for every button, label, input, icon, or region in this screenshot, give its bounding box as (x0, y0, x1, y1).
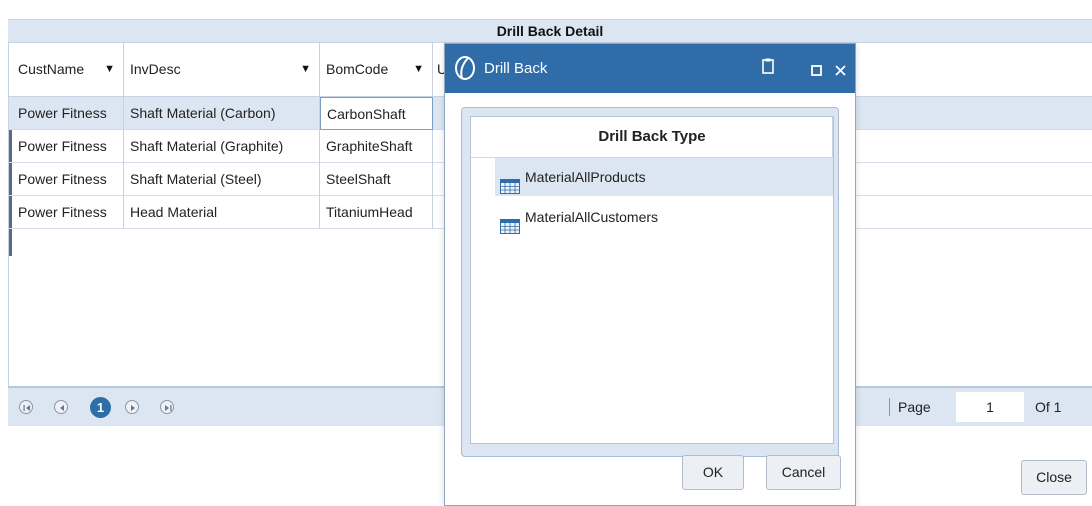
next-page-icon[interactable] (125, 400, 139, 414)
filter-icon[interactable]: ▼ (104, 43, 115, 96)
column-header-custname[interactable]: CustName ▼ (12, 43, 124, 96)
column-header-label: InvDesc (130, 61, 181, 77)
clipboard-icon[interactable] (762, 58, 774, 77)
close-button[interactable]: Close (1021, 460, 1087, 495)
dialog-title: Drill Back (484, 60, 548, 77)
drill-back-type-container: Drill Back Type MaterialAllProducts Mate… (461, 107, 839, 457)
list-item-material-all-customers[interactable]: MaterialAllCustomers (495, 198, 833, 236)
ok-button[interactable]: OK (682, 455, 744, 490)
column-header-invdesc[interactable]: InvDesc ▼ (124, 43, 320, 96)
filter-icon[interactable]: ▼ (413, 43, 424, 96)
column-header-label: CustName (18, 61, 85, 77)
last-page-icon[interactable] (160, 400, 174, 414)
panel-title: Drill Back Detail (8, 19, 1092, 43)
cell-invdesc[interactable]: Head Material (124, 196, 320, 229)
current-page-button[interactable]: 1 (90, 397, 111, 418)
cell-custname[interactable]: Power Fitness (12, 97, 124, 130)
page-count-label: Of 1 (1035, 399, 1062, 415)
cell-invdesc[interactable]: Shaft Material (Carbon) (124, 97, 320, 130)
close-icon[interactable] (835, 63, 846, 79)
cell-bomcode[interactable]: TitaniumHead (320, 196, 433, 229)
cell-bomcode[interactable]: CarbonShaft (320, 97, 433, 130)
filter-icon[interactable]: ▼ (300, 43, 311, 96)
cell-custname[interactable]: Power Fitness (12, 130, 124, 163)
list-item-label: MaterialAllProducts (525, 169, 646, 185)
list-item-label: MaterialAllCustomers (525, 209, 659, 225)
page-label: Page (889, 398, 931, 416)
drill-back-dialog: Drill Back Drill Back Type MaterialAllPr… (444, 43, 856, 506)
cell-invdesc[interactable]: Shaft Material (Graphite) (124, 130, 320, 163)
cell-bomcode[interactable]: SteelShaft (320, 163, 433, 196)
column-header-bomcode[interactable]: BomCode ▼ (320, 43, 433, 96)
grid-table-icon (500, 210, 520, 248)
drill-back-type-list: Drill Back Type MaterialAllProducts Mate… (470, 116, 834, 444)
app-logo-icon (453, 55, 477, 84)
cell-invdesc[interactable]: Shaft Material (Steel) (124, 163, 320, 196)
list-item-material-all-products[interactable]: MaterialAllProducts (495, 158, 833, 196)
previous-page-icon[interactable] (54, 400, 68, 414)
drill-back-type-header: Drill Back Type (471, 117, 833, 158)
column-header-label: BomCode (326, 61, 389, 77)
page-number-input[interactable]: 1 (956, 392, 1024, 422)
maximize-icon[interactable] (811, 63, 822, 79)
cancel-button[interactable]: Cancel (766, 455, 841, 490)
dialog-titlebar[interactable]: Drill Back (445, 44, 855, 93)
cell-custname[interactable]: Power Fitness (12, 196, 124, 229)
first-page-icon[interactable] (19, 400, 33, 414)
cell-custname[interactable]: Power Fitness (12, 163, 124, 196)
cell-bomcode[interactable]: GraphiteShaft (320, 130, 433, 163)
header-divider (832, 117, 833, 157)
drill-back-type-header-label: Drill Back Type (598, 128, 706, 145)
